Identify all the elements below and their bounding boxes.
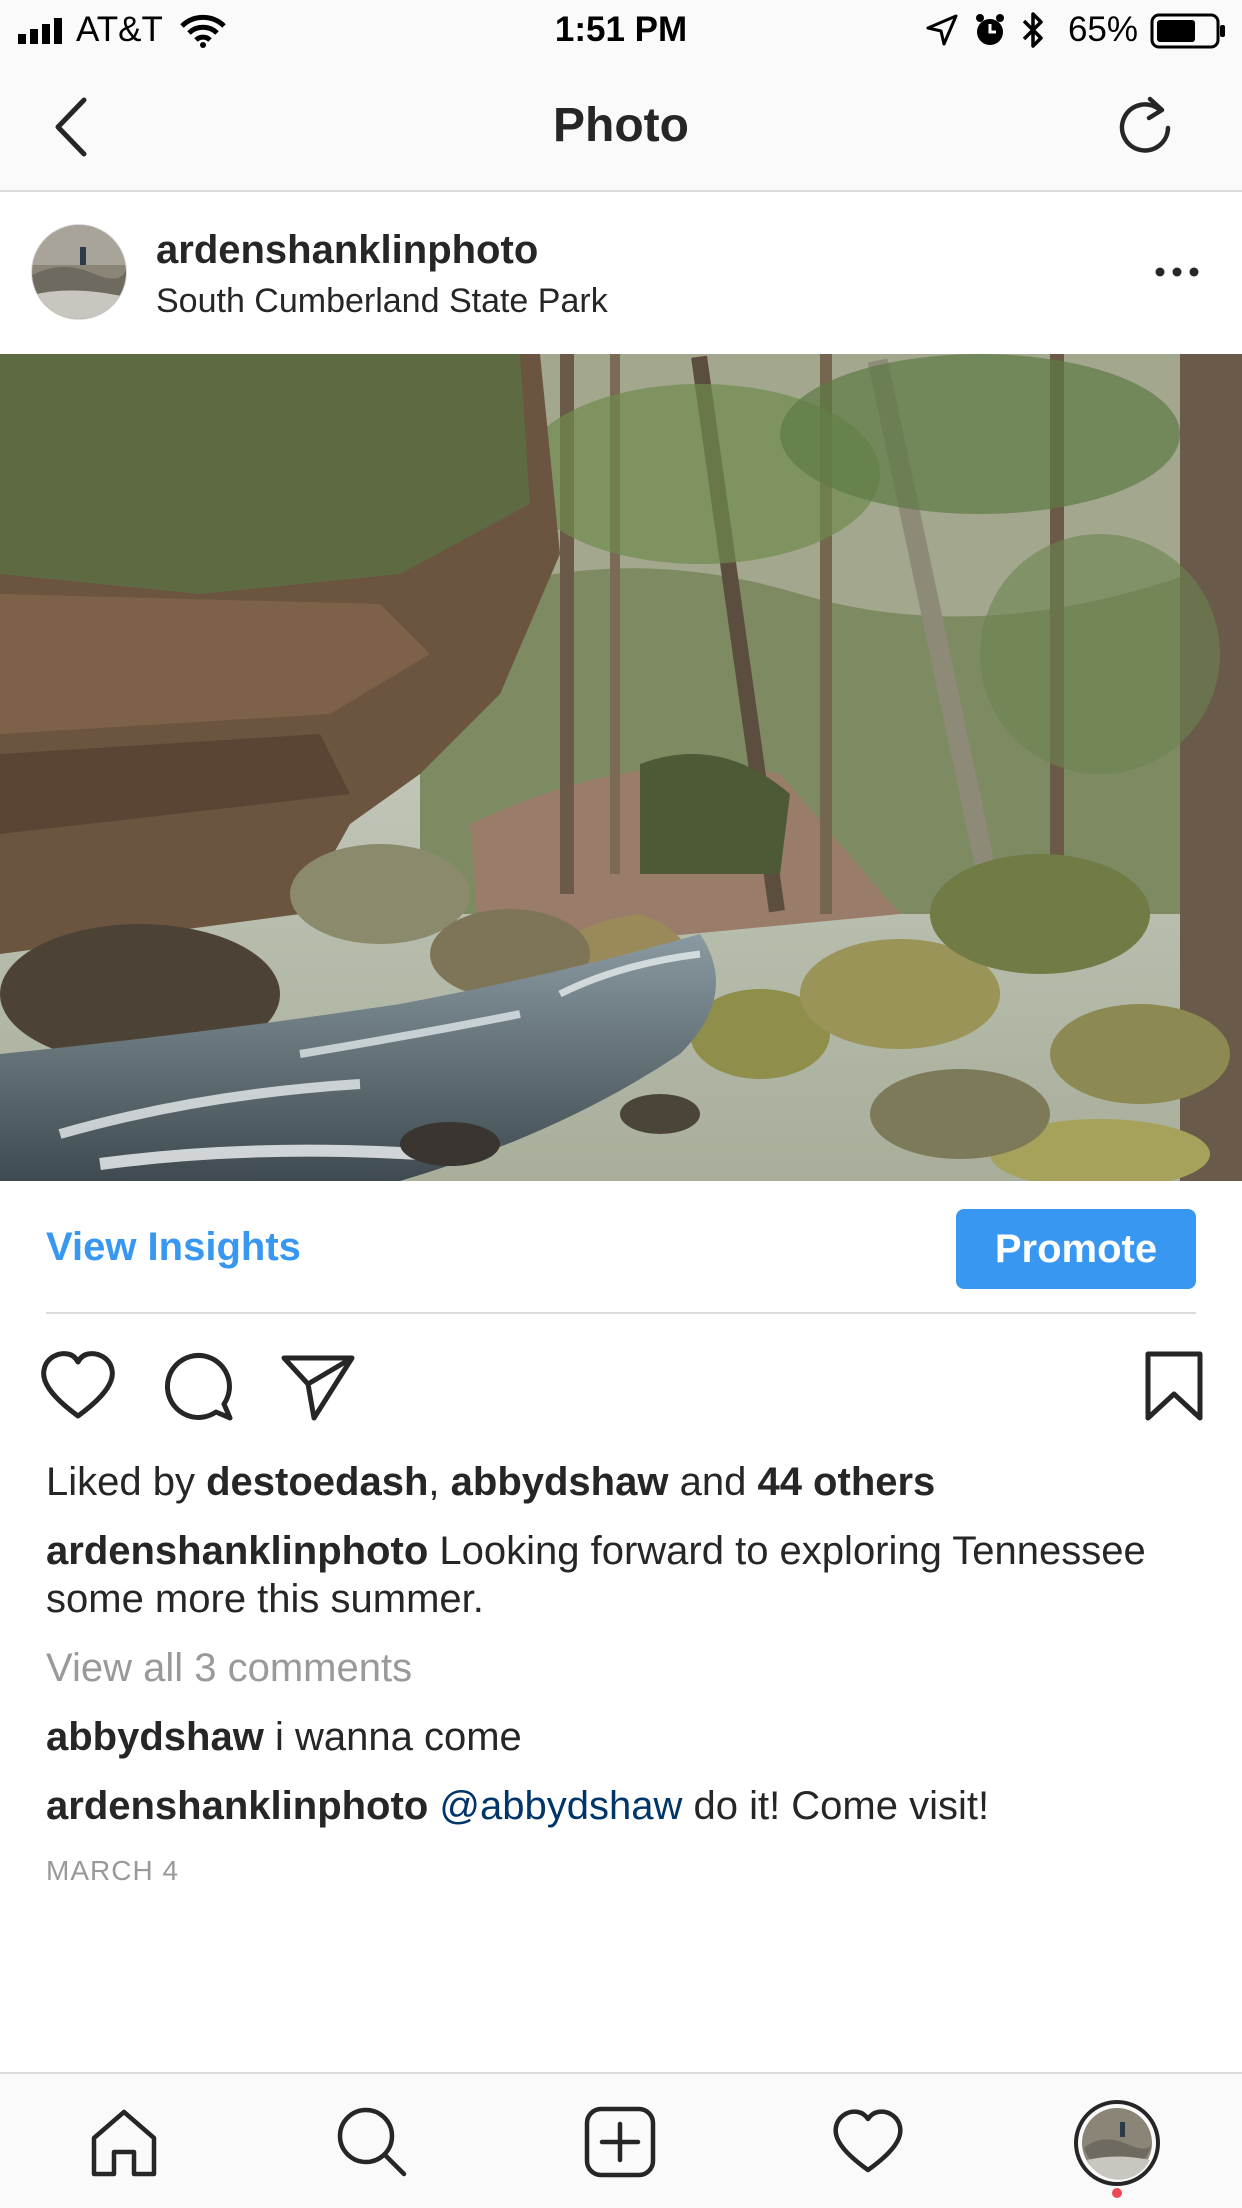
battery-percent: 65%: [1067, 10, 1138, 49]
nav-bar: Photo: [0, 62, 1242, 192]
comment-username[interactable]: ardenshanklinphoto: [46, 1784, 428, 1828]
caption: ardenshanklinphoto Looking forward to ex…: [46, 1527, 1196, 1623]
save-bookmark-icon[interactable]: [1134, 1346, 1214, 1426]
likes-prefix: Liked by: [46, 1460, 207, 1504]
divider: [46, 1312, 1196, 1314]
tab-search-icon[interactable]: [334, 2104, 410, 2180]
page-title: Photo: [553, 99, 689, 152]
comment-row: abbydshaw i wanna come: [46, 1713, 1196, 1761]
location-arrow-icon: [926, 14, 958, 46]
post-location[interactable]: South Cumberland State Park: [156, 282, 608, 321]
avatar-image: [32, 225, 126, 319]
insights-row: View Insights Promote: [0, 1181, 1242, 1313]
comment-username[interactable]: abbydshaw: [46, 1715, 264, 1759]
likes-separator: ,: [428, 1460, 451, 1504]
view-all-comments-link[interactable]: View all 3 comments: [46, 1644, 1196, 1692]
comment-text: i wanna come: [263, 1715, 522, 1759]
post-date: MARCH 4: [46, 1855, 180, 1886]
bluetooth-icon: [1022, 12, 1043, 48]
more-options-icon[interactable]: [1152, 252, 1202, 292]
creek-photo-illustration: [0, 354, 1242, 1181]
comment-icon[interactable]: [158, 1346, 238, 1426]
comment-text: do it! Come visit!: [682, 1784, 990, 1828]
promote-button[interactable]: Promote: [956, 1209, 1196, 1289]
tab-activity-heart-icon[interactable]: [830, 2104, 906, 2180]
likes-line: Liked by destoedash, abbydshaw and 44 ot…: [46, 1458, 1196, 1506]
likes-and: and: [668, 1460, 758, 1504]
post-header: ardenshanklinphoto South Cumberland Stat…: [0, 192, 1242, 354]
liker-username[interactable]: abbydshaw: [451, 1460, 669, 1504]
refresh-icon[interactable]: [1116, 94, 1176, 158]
comment-mention[interactable]: @abbydshaw: [428, 1784, 682, 1828]
avatar[interactable]: [31, 224, 127, 320]
caption-username[interactable]: ardenshanklinphoto: [46, 1529, 428, 1573]
post-photo[interactable]: [0, 354, 1242, 1181]
comment-row: ardenshanklinphoto @abbydshaw do it! Com…: [46, 1782, 1196, 1830]
status-bar: AT&T 1:51 PM 65%: [0, 0, 1242, 62]
alarm-icon: [976, 14, 1004, 45]
battery-icon: [1150, 13, 1225, 49]
like-heart-icon[interactable]: [38, 1346, 118, 1426]
clock: 1:51 PM: [554, 10, 688, 49]
view-insights-link[interactable]: View Insights: [46, 1225, 301, 1270]
tab-profile-avatar-icon[interactable]: [1072, 2098, 1162, 2198]
likes-others-link[interactable]: 44 others: [757, 1460, 935, 1504]
tab-add-post-icon[interactable]: [582, 2104, 658, 2180]
notification-dot: [1112, 2188, 1122, 2198]
post-username[interactable]: ardenshanklinphoto: [156, 228, 538, 273]
tab-home-icon[interactable]: [86, 2104, 162, 2180]
share-paper-plane-icon[interactable]: [278, 1346, 358, 1426]
liker-username[interactable]: destoedash: [206, 1460, 428, 1504]
bottom-tab-bar: [0, 2072, 1242, 2208]
